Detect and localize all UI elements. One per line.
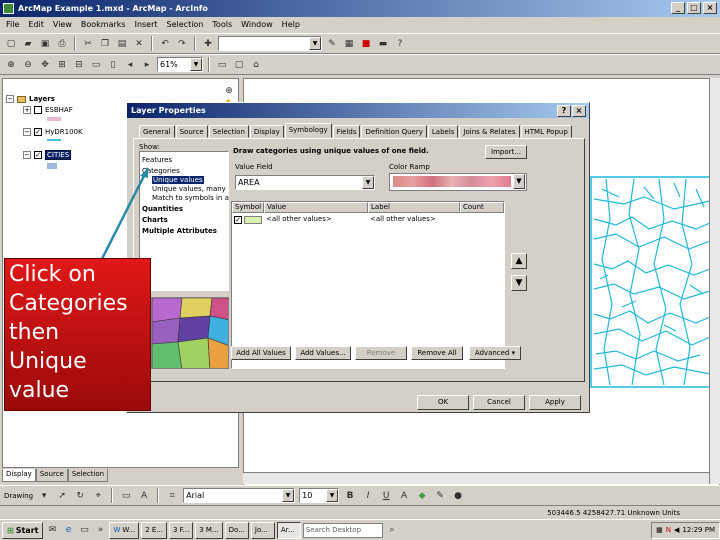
task-label: Ar... <box>280 526 295 534</box>
search-placeholder: Search Desktop <box>305 525 362 534</box>
marker-color-icon[interactable]: ● <box>451 489 465 503</box>
task-document[interactable]: Do... <box>224 521 249 539</box>
windows-logo-icon: ⊞ <box>7 525 14 535</box>
tray-clock[interactable]: 12:29 PM <box>682 526 715 534</box>
select-elements-icon[interactable]: ➚ <box>55 489 69 503</box>
quicklaunch-browser-icon[interactable]: e <box>61 523 75 537</box>
font-size-combo[interactable]: 10 ▼ <box>299 488 340 503</box>
rectangle-icon[interactable]: ▭ <box>119 489 133 503</box>
search-go-icon[interactable]: ⌕ <box>385 523 399 537</box>
tray-network-icon[interactable]: ▦ <box>656 526 663 534</box>
start-label: Start <box>15 525 39 535</box>
chevron-down-icon[interactable]: ▾ <box>37 489 51 503</box>
italic-icon[interactable]: I <box>361 489 375 503</box>
tab-symbology[interactable]: Symbology <box>284 123 332 138</box>
start-button[interactable]: ⊞ Start <box>2 521 44 539</box>
task-label: Jo... <box>254 526 268 534</box>
task-firefox[interactable]: 3 F... <box>168 521 194 539</box>
task-label: Do... <box>228 526 245 534</box>
line-color-icon[interactable]: ✎ <box>433 489 447 503</box>
instruction-callout: Click on Categories then Unique value <box>4 258 151 411</box>
drawing-menu[interactable]: Drawing <box>4 492 33 500</box>
task-label: W... <box>122 526 136 534</box>
quicklaunch-email-icon[interactable]: ✉ <box>45 523 59 537</box>
task-label: 3 M... <box>199 526 219 534</box>
task-label: 2 E... <box>145 526 163 534</box>
callout-line: value <box>9 378 70 403</box>
task-word[interactable]: W W... <box>109 521 140 539</box>
fill-color-icon[interactable]: ◆ <box>415 489 429 503</box>
drawing-toolbar: Drawing ▾ ➚ ↻ ⌖ ▭ A ⌗ Arial ▼ 10 ▼ B I U A… <box>0 485 720 505</box>
font-combo[interactable]: Arial ▼ <box>183 488 296 503</box>
desktop-search-input[interactable]: Search Desktop <box>302 522 383 538</box>
coordinate-readout: 503446.5 4258427.71 Unknown Units <box>547 508 680 517</box>
task-arcmap[interactable]: Ar... <box>276 521 301 539</box>
word-icon: W <box>113 526 121 534</box>
task-explorer[interactable]: 2 E... <box>141 521 167 539</box>
system-tray: ▦ N ◀ 12:29 PM <box>651 521 720 539</box>
bold-icon[interactable]: B <box>343 489 357 503</box>
task-label: 3 F... <box>172 526 190 534</box>
callout-line: Click on <box>9 262 96 287</box>
callout-line: then <box>9 320 60 345</box>
status-bar: 503446.5 4258427.71 Unknown Units <box>0 505 720 519</box>
edit-vertices-icon[interactable]: ⌗ <box>165 489 179 503</box>
quicklaunch-desktop-icon[interactable]: ▭ <box>77 523 91 537</box>
windows-taskbar: ⊞ Start ✉ e ▭ » W W... 2 E... 3 F... 3 M.… <box>0 519 720 540</box>
task-journal[interactable]: Jo... <box>250 521 275 539</box>
callout-line: Categories <box>9 291 128 316</box>
task-messaging[interactable]: 3 M... <box>195 521 223 539</box>
chevron-right-icon[interactable]: » <box>93 523 107 537</box>
zoom-to-selected-icon[interactable]: ⌖ <box>91 489 105 503</box>
font-color-icon[interactable]: A <box>397 489 411 503</box>
tray-security-icon[interactable]: N <box>666 526 671 534</box>
new-text-icon[interactable]: A <box>137 489 151 503</box>
rotate-icon[interactable]: ↻ <box>73 489 87 503</box>
tray-volume-icon[interactable]: ◀ <box>674 526 679 534</box>
callout-line: Unique <box>9 349 87 374</box>
underline-icon[interactable]: U <box>379 489 393 503</box>
